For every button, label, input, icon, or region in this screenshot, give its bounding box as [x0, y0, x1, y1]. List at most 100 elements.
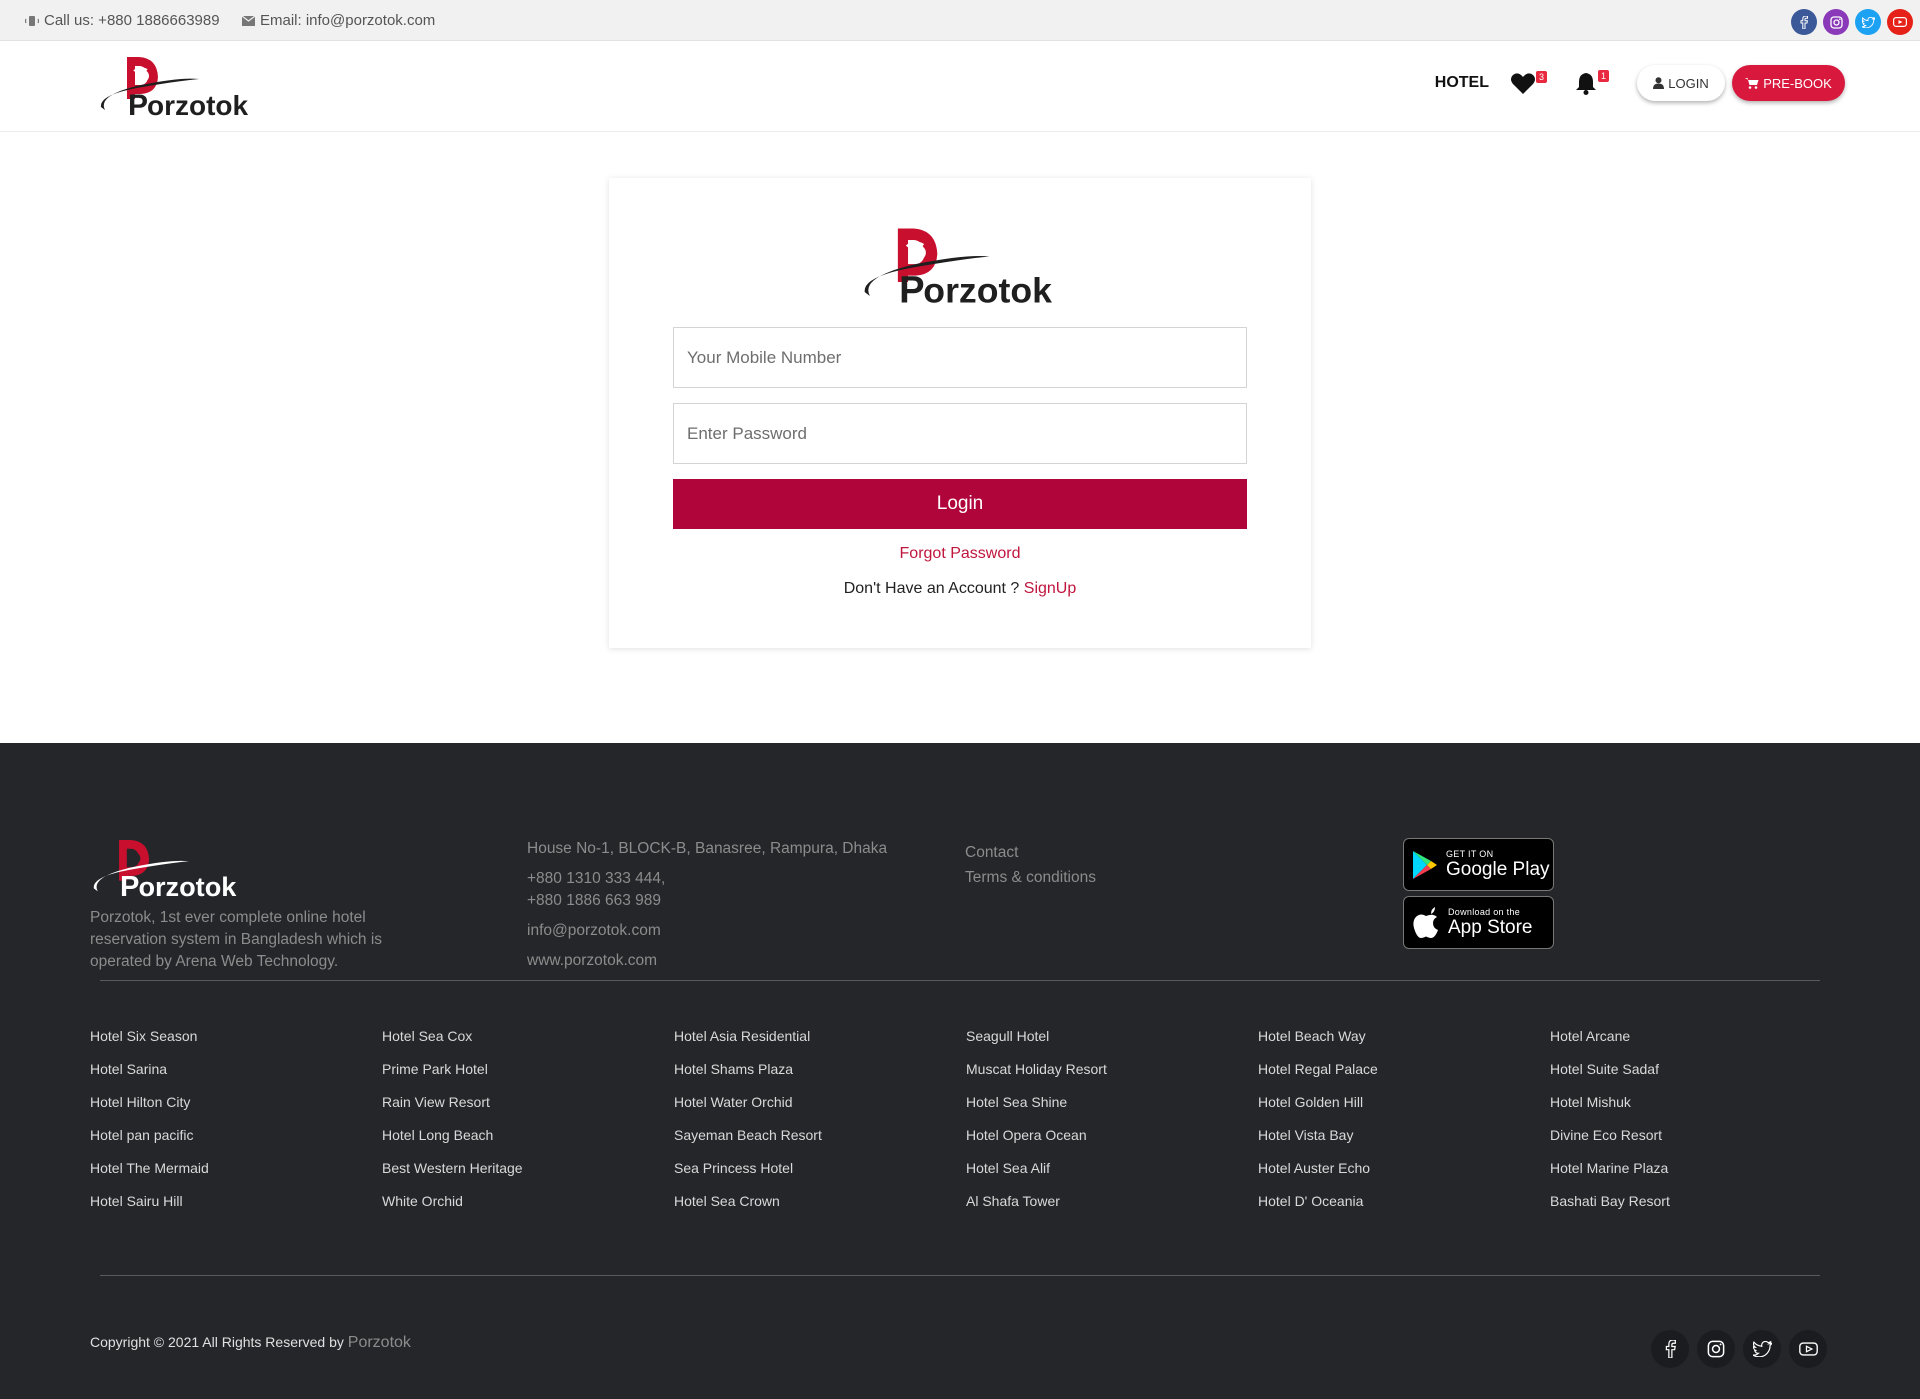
footer-phone-1[interactable]: +880 1310 333 444,	[527, 868, 887, 890]
footer-link-terms[interactable]: Terms & conditions	[965, 865, 1096, 890]
mobile-number-input[interactable]	[673, 327, 1247, 388]
wishlist-button[interactable]: 3	[1511, 70, 1547, 94]
google-play-line1: GET IT ON	[1446, 848, 1494, 859]
hotel-link[interactable]: Bashati Bay Resort	[1550, 1193, 1842, 1226]
hotel-link[interactable]: Best Western Heritage	[382, 1160, 674, 1193]
app-store-badge[interactable]: Download on the App Store	[1403, 896, 1554, 949]
footer-website[interactable]: www.porzotok.com	[527, 950, 887, 972]
call-text: Call us: +880 1886663989	[44, 12, 220, 29]
logo-wordmark: orzotok	[923, 270, 1052, 310]
email-contact[interactable]: Email: info@porzotok.com	[242, 12, 435, 29]
heart-icon	[1511, 72, 1535, 94]
footer-phone-2[interactable]: +880 1886 663 989	[527, 890, 887, 912]
app-store-line1: Download on the	[1448, 906, 1521, 917]
bell-icon	[1576, 72, 1596, 95]
hotel-link[interactable]: Hotel Sarina	[90, 1061, 382, 1094]
youtube-icon	[1798, 1342, 1818, 1356]
hotel-link[interactable]: Hotel Shams Plaza	[674, 1061, 966, 1094]
hotel-link[interactable]: Hotel D' Oceania	[1258, 1193, 1550, 1226]
copyright-brand-link[interactable]: Porzotok	[348, 1334, 411, 1351]
footer-facebook-button[interactable]	[1651, 1330, 1689, 1368]
footer-social-links	[1651, 1330, 1827, 1368]
hotel-link[interactable]: Hotel Long Beach	[382, 1127, 674, 1160]
hotel-link[interactable]: Al Shafa Tower	[966, 1193, 1258, 1226]
hotel-link[interactable]: Hotel Water Orchid	[674, 1094, 966, 1127]
porzotok-logo: P orzotok	[93, 839, 237, 903]
nav-hotel[interactable]: HOTEL	[1435, 74, 1489, 92]
wishlist-count-badge: 3	[1536, 70, 1547, 83]
prebook-label: PRE-BOOK	[1763, 75, 1832, 91]
instagram-button[interactable]	[1823, 9, 1849, 35]
footer-links: Contact Terms & conditions	[965, 840, 1096, 890]
hotel-link[interactable]: Rain View Resort	[382, 1094, 674, 1127]
footer-logo[interactable]: P orzotok	[90, 838, 245, 907]
footer-divider	[100, 980, 1820, 981]
hotel-link[interactable]: Divine Eco Resort	[1550, 1127, 1842, 1160]
footer-twitter-button[interactable]	[1743, 1330, 1781, 1368]
site-footer: P orzotok Porzotok, 1st ever complete on…	[0, 743, 1920, 1399]
phone-icon	[25, 15, 39, 26]
footer-email[interactable]: info@porzotok.com	[527, 920, 887, 942]
footer-link-contact[interactable]: Contact	[965, 840, 1096, 865]
hotel-link[interactable]: Sayeman Beach Resort	[674, 1127, 966, 1160]
hotel-link[interactable]: Hotel Asia Residential	[674, 1028, 966, 1061]
instagram-icon	[1707, 1340, 1725, 1358]
hotel-directory: Hotel Six Season Hotel Sarina Hotel Hilt…	[90, 1028, 1842, 1226]
hotel-link[interactable]: Hotel Golden Hill	[1258, 1094, 1550, 1127]
twitter-icon	[1752, 1341, 1772, 1357]
login-submit-button[interactable]: Login	[673, 479, 1247, 529]
hotel-link[interactable]: Hotel The Mermaid	[90, 1160, 382, 1193]
password-input[interactable]	[673, 403, 1247, 464]
hotel-link[interactable]: Seagull Hotel	[966, 1028, 1258, 1061]
hotel-link[interactable]: Hotel Regal Palace	[1258, 1061, 1550, 1094]
hotel-link[interactable]: Hotel Mishuk	[1550, 1094, 1842, 1127]
hotel-link[interactable]: Hotel Sea Crown	[674, 1193, 966, 1226]
hotel-link[interactable]: White Orchid	[382, 1193, 674, 1226]
youtube-button[interactable]	[1887, 9, 1913, 35]
footer-instagram-button[interactable]	[1697, 1330, 1735, 1368]
notification-button[interactable]: 1	[1575, 69, 1609, 95]
footer-address: House No-1, BLOCK-B, Banasree, Rampura, …	[527, 840, 888, 857]
hotel-link[interactable]: Hotel Sea Shine	[966, 1094, 1258, 1127]
prebook-button[interactable]: PRE-BOOK	[1732, 65, 1845, 101]
hotel-column: Seagull Hotel Muscat Holiday Resort Hote…	[966, 1028, 1258, 1226]
forgot-password-link[interactable]: Forgot Password	[609, 545, 1311, 563]
svg-text:P: P	[120, 871, 139, 902]
hotel-link[interactable]: Prime Park Hotel	[382, 1061, 674, 1094]
instagram-icon	[1829, 15, 1843, 29]
hotel-link[interactable]: Hotel Beach Way	[1258, 1028, 1550, 1061]
signup-link[interactable]: SignUp	[1024, 580, 1076, 597]
facebook-button[interactable]	[1791, 9, 1817, 35]
footer-address-block: House No-1, BLOCK-B, Banasree, Rampura, …	[527, 838, 887, 980]
main-nav: HOTEL 3 1 LOGIN PRE-BOOK	[1435, 64, 1845, 102]
footer-youtube-button[interactable]	[1789, 1330, 1827, 1368]
copyright: Copyright © 2021 All Rights Reserved by …	[90, 1334, 411, 1352]
hotel-link[interactable]: Muscat Holiday Resort	[966, 1061, 1258, 1094]
hotel-link[interactable]: Hotel Opera Ocean	[966, 1127, 1258, 1160]
hotel-link[interactable]: Hotel Sairu Hill	[90, 1193, 382, 1226]
notification-count-badge: 1	[1598, 69, 1609, 82]
google-play-icon	[1413, 850, 1437, 879]
no-account-text: Don't Have an Account ?	[843, 580, 1020, 597]
top-social-links	[1791, 9, 1913, 35]
hotel-link[interactable]: Hotel Sea Cox	[382, 1028, 674, 1061]
hotel-column: Hotel Arcane Hotel Suite Sadaf Hotel Mis…	[1550, 1028, 1842, 1226]
hotel-link[interactable]: Hotel Marine Plaza	[1550, 1160, 1842, 1193]
header-logo[interactable]: P orzotok	[97, 55, 257, 126]
hotel-link[interactable]: Hotel Auster Echo	[1258, 1160, 1550, 1193]
hotel-link[interactable]: Sea Princess Hotel	[674, 1160, 966, 1193]
hotel-link[interactable]: Hotel Suite Sadaf	[1550, 1061, 1842, 1094]
hotel-column: Hotel Six Season Hotel Sarina Hotel Hilt…	[90, 1028, 382, 1226]
hotel-link[interactable]: Hotel Vista Bay	[1258, 1127, 1550, 1160]
hotel-link[interactable]: Hotel pan pacific	[90, 1127, 382, 1160]
call-contact[interactable]: Call us: +880 1886663989	[25, 12, 220, 29]
hotel-link[interactable]: Hotel Hilton City	[90, 1094, 382, 1127]
google-play-badge[interactable]: GET IT ON Google Play	[1403, 838, 1554, 891]
twitter-button[interactable]	[1855, 9, 1881, 35]
envelope-icon	[242, 15, 255, 26]
hotel-column: Hotel Sea Cox Prime Park Hotel Rain View…	[382, 1028, 674, 1226]
hotel-link[interactable]: Hotel Arcane	[1550, 1028, 1842, 1061]
hotel-link[interactable]: Hotel Six Season	[90, 1028, 382, 1061]
login-nav-button[interactable]: LOGIN	[1637, 65, 1725, 101]
hotel-link[interactable]: Hotel Sea Alif	[966, 1160, 1258, 1193]
